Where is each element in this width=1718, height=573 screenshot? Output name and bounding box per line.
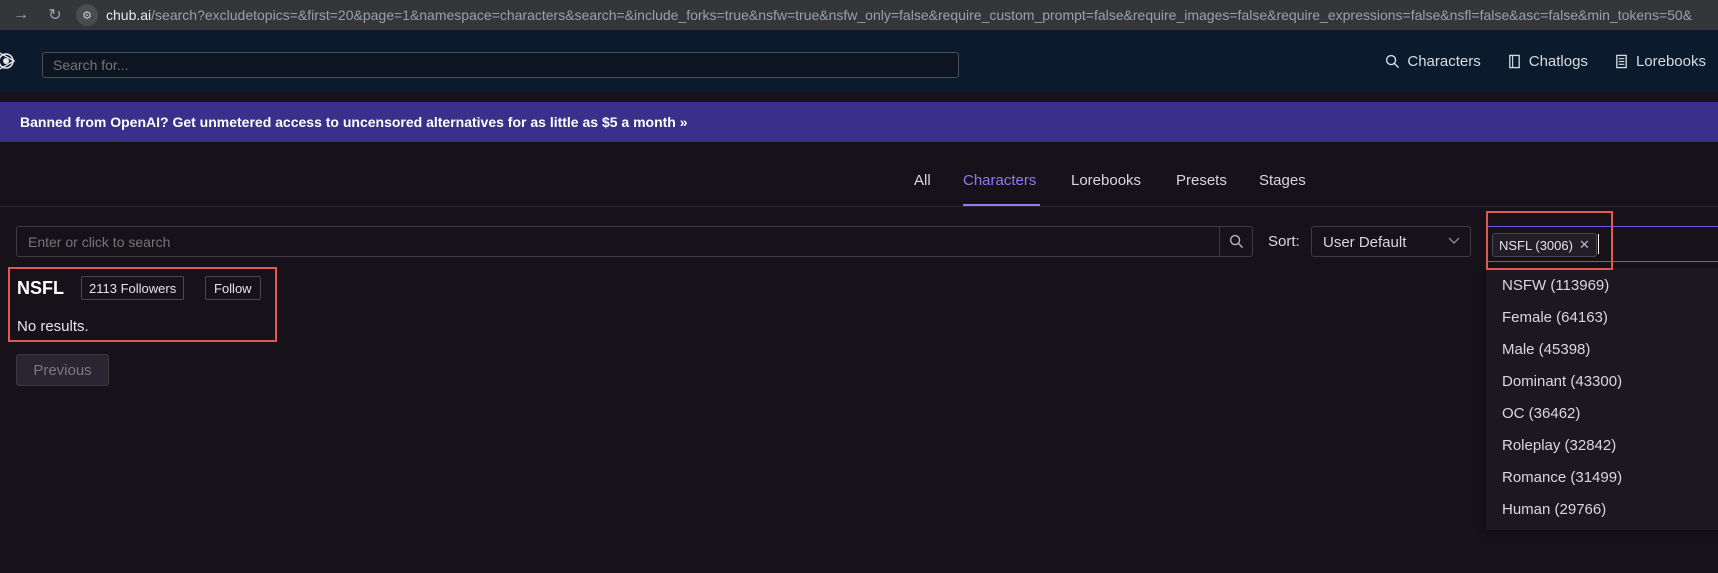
tag-option[interactable]: Romance (31499) <box>1502 469 1622 486</box>
tag-option[interactable]: Dominant (43300) <box>1502 373 1622 390</box>
tag-option[interactable]: Roleplay (32842) <box>1502 437 1616 454</box>
nav-lorebooks[interactable]: Lorebooks <box>1614 53 1706 70</box>
tab-characters[interactable]: Characters <box>963 172 1036 189</box>
url-host: chub.ai <box>106 7 152 23</box>
reload-icon[interactable]: ↻ <box>42 2 68 28</box>
tag-option[interactable]: Human (29766) <box>1502 501 1606 518</box>
tag-options-dropdown: NSFW (113969) Female (64163) Male (45398… <box>1486 268 1718 530</box>
forward-icon[interactable]: → <box>8 2 34 28</box>
tab-stages[interactable]: Stages <box>1259 172 1306 189</box>
sort-select[interactable]: User Default <box>1311 226 1471 257</box>
content-search-box <box>16 226 1253 257</box>
highlight-box-topic <box>8 267 277 342</box>
search-icon <box>1386 54 1400 68</box>
list-icon <box>1616 54 1627 68</box>
tag-option[interactable]: OC (36462) <box>1502 405 1580 422</box>
content-tabs: All Characters Lorebooks Presets Stages <box>0 160 1718 207</box>
nav-characters-label: Characters <box>1407 52 1481 70</box>
tag-option[interactable]: Male (45398) <box>1502 341 1590 358</box>
site-logo-icon[interactable] <box>0 47 24 75</box>
search-icon <box>1229 234 1243 249</box>
browser-toolbar: → ↻ ⚙ chub.ai/search?excludetopics=&firs… <box>0 0 1718 31</box>
tag-option[interactable]: Female (64163) <box>1502 309 1608 326</box>
promo-banner-text[interactable]: Banned from OpenAI? Get unmetered access… <box>20 114 688 130</box>
tag-option[interactable]: NSFW (113969) <box>1502 277 1609 294</box>
url-path: /search?excludetopics=&first=20&page=1&n… <box>151 7 1693 23</box>
site-header: Characters Chatlogs Lorebooks <box>0 30 1718 92</box>
active-tab-indicator <box>963 204 1040 206</box>
tab-lorebooks[interactable]: Lorebooks <box>1071 172 1141 189</box>
promo-banner[interactable]: Banned from OpenAI? Get unmetered access… <box>0 102 1718 142</box>
site-nav: Characters Chatlogs Lorebooks <box>1385 30 1706 92</box>
sort-label: Sort: <box>1268 233 1300 250</box>
chevron-down-icon <box>1448 237 1460 244</box>
book-icon <box>1508 54 1520 68</box>
site-settings-icon[interactable]: ⚙ <box>76 4 98 26</box>
nav-chatlogs[interactable]: Chatlogs <box>1507 53 1588 70</box>
site-search-input[interactable] <box>42 52 959 78</box>
tab-all[interactable]: All <box>914 172 931 189</box>
highlight-box-tag <box>1486 211 1613 270</box>
tab-presets[interactable]: Presets <box>1176 172 1227 189</box>
previous-page-button[interactable]: Previous <box>16 354 109 386</box>
content-search-input[interactable] <box>17 227 1221 256</box>
search-button[interactable] <box>1219 227 1252 256</box>
nav-chatlogs-label: Chatlogs <box>1528 52 1588 70</box>
address-bar[interactable]: chub.ai/search?excludetopics=&first=20&p… <box>106 7 1692 23</box>
nav-lorebooks-label: Lorebooks <box>1635 52 1706 70</box>
nav-characters[interactable]: Characters <box>1385 52 1481 70</box>
sort-value: User Default <box>1323 234 1407 251</box>
